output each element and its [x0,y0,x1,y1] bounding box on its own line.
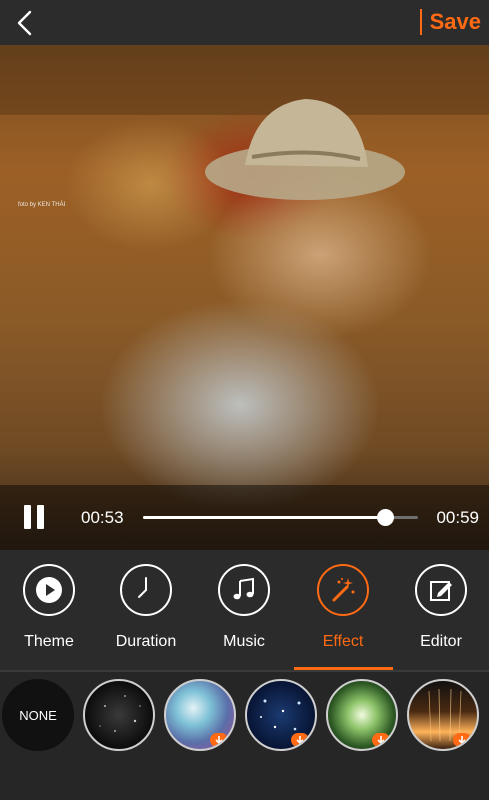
save-button[interactable]: Save [419,8,481,36]
tab-duration[interactable]: Duration [97,550,195,670]
effect-light-rays[interactable] [407,679,479,751]
pause-icon-bar [37,505,44,529]
download-icon [458,736,466,745]
save-divider [419,9,422,35]
player-controls: 00:53 00:59 [0,485,489,550]
tab-duration-label: Duration [115,633,177,650]
music-icon-ring [218,564,270,616]
save-label: Save [429,9,481,34]
tab-music[interactable]: Music [195,550,293,670]
download-icon [377,736,385,745]
download-icon [296,736,304,745]
download-icon [215,736,223,745]
current-time: 00:53 [81,508,124,527]
download-badge[interactable] [453,733,471,747]
top-bar: Save [0,0,489,45]
seek-bar[interactable] [143,509,418,526]
photo-watermark: foto by KEN THÁI [18,202,66,208]
hat-graphic [205,99,405,200]
tab-editor-label: Editor [420,633,462,650]
effect-starfield[interactable] [245,679,317,751]
download-badge[interactable] [291,733,309,747]
tab-music-label: Music [223,633,265,650]
effect-none-label: NONE [19,707,57,723]
download-badge[interactable] [372,733,390,747]
edit-icon [430,581,452,601]
chevron-left-icon [17,10,32,36]
pause-icon [24,505,31,529]
tab-effect-label: Effect [322,633,364,650]
editor-toolbar: Theme Duration Music Effect Editor [0,550,489,670]
effects-strip: NONE [0,672,489,800]
seek-progress [143,516,385,519]
magic-wand-icon [332,578,355,602]
music-note-icon [233,577,254,600]
tab-editor[interactable]: Editor [392,550,489,670]
editor-icon-ring [415,564,467,616]
total-time: 00:59 [436,508,479,527]
pause-button[interactable] [22,505,46,529]
effect-blue-swirl[interactable] [164,679,236,751]
effect-dark-particles[interactable] [83,679,155,751]
effect-green-glow[interactable] [326,679,398,751]
duration-icon-ring [120,564,172,616]
theme-icon-ring [23,564,75,616]
clock-icon [138,577,147,598]
seek-thumb[interactable] [377,509,394,526]
effect-none[interactable]: NONE [2,679,74,751]
particles-thumbnail [99,695,141,732]
tab-theme-label: Theme [24,633,74,650]
back-button[interactable] [8,6,42,40]
video-preview[interactable]: foto by KEN THÁI 00:53 00:59 [0,45,489,550]
tab-theme[interactable]: Theme [0,550,98,670]
play-circle-icon [36,577,62,603]
effect-icon-ring [317,564,369,616]
download-badge[interactable] [210,733,228,747]
tab-effect[interactable]: Effect [294,550,392,670]
